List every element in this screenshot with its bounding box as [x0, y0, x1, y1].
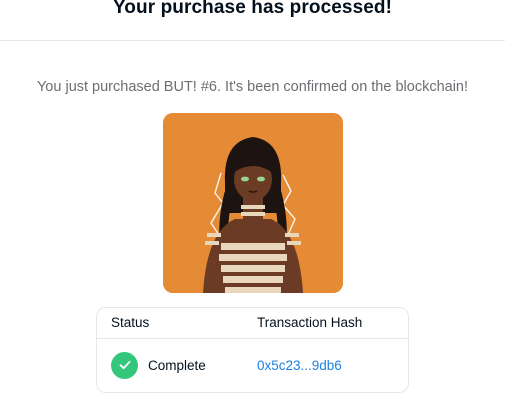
nft-artwork-illustration — [163, 113, 343, 293]
status-text: Complete — [148, 357, 206, 373]
nft-artwork-image — [163, 113, 343, 293]
transaction-hash-link[interactable]: 0x5c23...9db6 — [257, 358, 342, 373]
transaction-table: Status Transaction Hash Complete 0x5c23.… — [96, 307, 409, 393]
status-cell: Complete — [111, 351, 206, 379]
column-header-transaction-hash: Transaction Hash — [257, 315, 363, 330]
check-icon — [111, 351, 138, 379]
table-row: Complete 0x5c23...9db6 — [97, 339, 408, 393]
modal-header: Your purchase has processed! — [0, 0, 505, 41]
purchase-confirmation-modal: Your purchase has processed! You just pu… — [0, 0, 505, 402]
page-title: Your purchase has processed! — [112, 0, 393, 18]
confirmation-message: You just purchased BUT! #6. It's been co… — [36, 79, 469, 95]
column-header-status: Status — [111, 315, 150, 330]
table-header-row: Status Transaction Hash — [97, 308, 408, 339]
